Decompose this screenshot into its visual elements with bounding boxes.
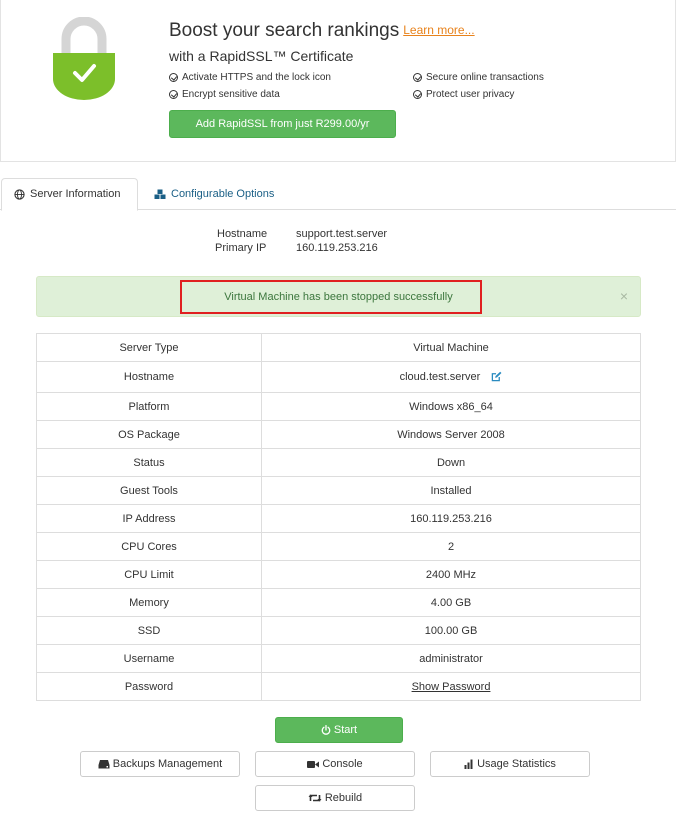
detail-label: Status: [36, 448, 262, 477]
ssl-promo-panel: Boost your search rankings Learn more... …: [0, 0, 676, 162]
power-icon: [321, 725, 331, 735]
table-row: Guest Tools Installed: [36, 476, 641, 505]
detail-value-cell: cloud.test.server: [261, 361, 641, 393]
button-label: Start: [333, 724, 358, 736]
detail-value: Virtual Machine: [261, 333, 641, 362]
primary-ip-value: 160.119.253.216: [296, 242, 378, 254]
check-circle-icon: [169, 73, 178, 82]
ssl-lock-icon: [53, 17, 115, 100]
detail-label: Username: [36, 644, 262, 673]
bar-chart-icon: [464, 759, 473, 769]
detail-value: 2400 MHz: [261, 560, 641, 589]
feature-text: Encrypt sensitive data: [182, 89, 280, 100]
success-alert: Virtual Machine has been stopped success…: [36, 276, 641, 317]
tab-configurable-options[interactable]: Configurable Options: [142, 178, 286, 210]
detail-value: 100.00 GB: [261, 616, 641, 645]
feature-item: Secure online transactions: [413, 72, 544, 83]
button-label: Console: [322, 758, 363, 770]
detail-label: CPU Limit: [36, 560, 262, 589]
detail-value: Windows Server 2008: [261, 420, 641, 449]
button-label: Backups Management: [112, 758, 223, 770]
detail-value: 160.119.253.216: [261, 504, 641, 533]
button-label: Rebuild: [324, 792, 363, 804]
status-value: Down: [261, 448, 641, 477]
password-cell: Show Password: [261, 672, 641, 701]
tab-server-information[interactable]: Server Information: [1, 178, 138, 211]
detail-label: Memory: [36, 588, 262, 617]
table-row: Password Show Password: [36, 672, 641, 701]
table-row: Status Down: [36, 448, 641, 477]
table-row: OS Package Windows Server 2008: [36, 420, 641, 449]
feature-text: Secure online transactions: [426, 72, 544, 83]
start-button[interactable]: Start: [275, 717, 403, 743]
detail-value: Windows x86_64: [261, 392, 641, 421]
table-row: CPU Limit 2400 MHz: [36, 560, 641, 589]
detail-value: 4.00 GB: [261, 588, 641, 617]
highlight-box: [180, 280, 482, 314]
feature-item: Encrypt sensitive data: [169, 89, 280, 100]
server-details-table: Server Type Virtual Machine Hostname clo…: [36, 333, 641, 701]
close-icon[interactable]: ×: [620, 288, 628, 304]
backups-management-button[interactable]: Backups Management: [80, 751, 240, 777]
detail-label: CPU Cores: [36, 532, 262, 561]
hostname-value: support.test.server: [296, 228, 388, 240]
detail-label: IP Address: [36, 504, 262, 533]
detail-value: Installed: [261, 476, 641, 505]
table-row: CPU Cores 2: [36, 532, 641, 561]
detail-label: SSD: [36, 616, 262, 645]
add-rapidssl-button[interactable]: Add RapidSSL from just R299.00/yr: [169, 110, 396, 138]
detail-value: cloud.test.server: [399, 371, 481, 383]
promo-title: Boost your search rankings Learn more...: [169, 20, 475, 42]
feature-text: Activate HTTPS and the lock icon: [182, 72, 331, 83]
rebuild-button[interactable]: Rebuild: [255, 785, 415, 811]
video-camera-icon: [307, 760, 320, 768]
promo-title-text: Boost your search rankings: [169, 20, 400, 41]
retweet-icon: [308, 794, 322, 802]
table-row: Server Type Virtual Machine: [36, 333, 641, 362]
show-password-link[interactable]: Show Password: [412, 681, 491, 693]
detail-label: Hostname: [36, 361, 262, 393]
detail-value: 2: [261, 532, 641, 561]
tab-label: Server Information: [30, 188, 121, 200]
feature-item: Activate HTTPS and the lock icon: [169, 72, 331, 83]
tab-label: Configurable Options: [171, 187, 275, 200]
feature-text: Protect user privacy: [426, 89, 515, 100]
check-circle-icon: [169, 90, 178, 99]
table-row: Hostname cloud.test.server: [36, 361, 641, 393]
detail-label: Guest Tools: [36, 476, 262, 505]
detail-label: Server Type: [36, 333, 262, 362]
table-row: Memory 4.00 GB: [36, 588, 641, 617]
table-row: IP Address 160.119.253.216: [36, 504, 641, 533]
tab-bar: Server Information Configurable Options: [0, 178, 676, 211]
promo-subtitle: with a RapidSSL™ Certificate: [169, 48, 354, 64]
button-label: Usage Statistics: [477, 758, 556, 770]
learn-more-link[interactable]: Learn more...: [403, 23, 474, 37]
primary-ip-label: Primary IP: [215, 242, 267, 254]
detail-label: Password: [36, 672, 262, 701]
console-button[interactable]: Console: [255, 751, 415, 777]
check-circle-icon: [413, 73, 422, 82]
edit-icon[interactable]: [491, 371, 502, 382]
detail-label: Platform: [36, 392, 262, 421]
table-row: Username administrator: [36, 644, 641, 673]
cubes-icon: [154, 189, 166, 199]
globe-icon: [14, 189, 25, 200]
hdd-icon: [98, 760, 110, 769]
usage-statistics-button[interactable]: Usage Statistics: [430, 751, 590, 777]
table-row: SSD 100.00 GB: [36, 616, 641, 645]
table-row: Platform Windows x86_64: [36, 392, 641, 421]
detail-value: administrator: [261, 644, 641, 673]
feature-item: Protect user privacy: [413, 89, 514, 100]
hostname-label: Hostname: [217, 228, 268, 240]
detail-label: OS Package: [36, 420, 262, 449]
check-circle-icon: [413, 90, 422, 99]
